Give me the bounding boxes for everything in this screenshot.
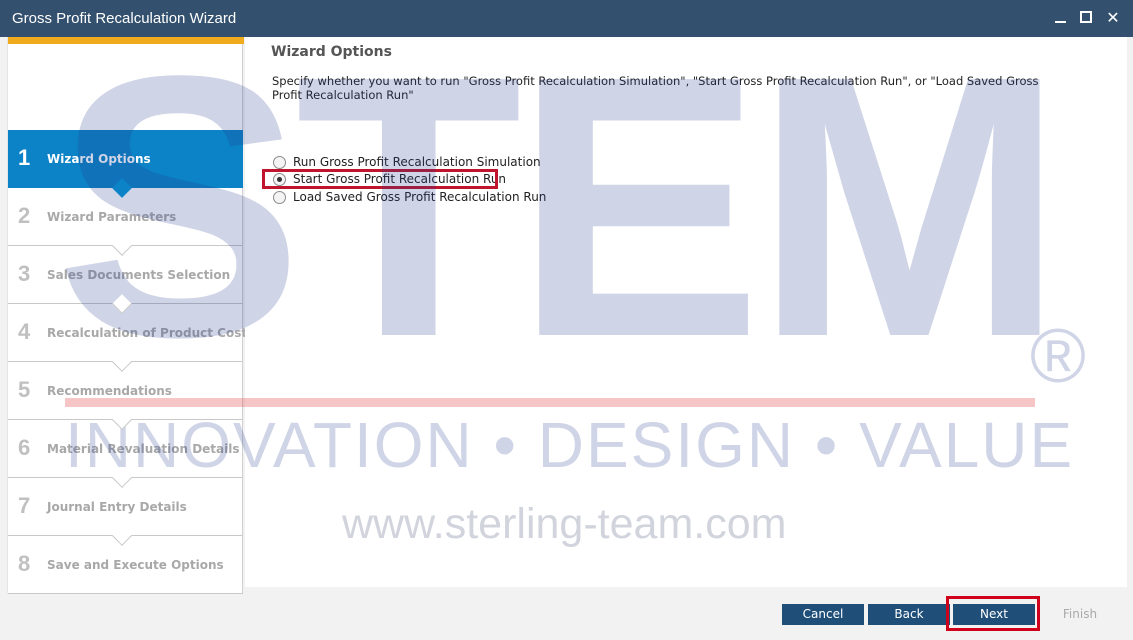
next-highlight-box [946, 596, 1040, 631]
option-label: Load Saved Gross Profit Recalculation Ru… [293, 190, 547, 204]
step-label: Recommendations [47, 384, 172, 398]
step-journal-entry-details[interactable]: 7 Journal Entry Details [8, 478, 243, 546]
radio-button[interactable] [273, 190, 286, 204]
back-button[interactable]: Back [868, 604, 950, 625]
step-save-and-execute-options[interactable]: 8 Save and Execute Options [8, 536, 243, 594]
wizard-content-panel: Wizard Options Specify whether you want … [245, 37, 1127, 587]
step-material-revaluation-details[interactable]: 6 Material Revaluation Details [8, 420, 243, 488]
option-label: Run Gross Profit Recalculation Simulatio… [293, 155, 541, 169]
step-number: 7 [18, 493, 31, 518]
step-label: Wizard Options [47, 152, 151, 166]
step-label: Journal Entry Details [47, 500, 187, 514]
step-wizard-options[interactable]: 1 Wizard Options [8, 130, 243, 198]
finish-button[interactable]: Finish [1039, 604, 1121, 625]
step-recommendations[interactable]: 5 Recommendations [8, 362, 243, 430]
step-label: Material Revaluation Details [47, 442, 240, 456]
title-bar: Gross Profit Recalculation Wizard ✕ [0, 0, 1133, 37]
cancel-button[interactable]: Cancel [782, 604, 864, 625]
step-label: Save and Execute Options [47, 558, 224, 572]
step-number: 1 [18, 145, 31, 170]
step-wizard-parameters[interactable]: 2 Wizard Parameters [8, 188, 243, 256]
step-number: 3 [18, 261, 31, 286]
accent-bar [8, 37, 244, 44]
step-number: 4 [18, 319, 31, 344]
wizard-steps-panel: 1 Wizard Options 2 Wizard Parameters 3 S… [7, 37, 247, 594]
option-load-saved-run[interactable]: Load Saved Gross Profit Recalculation Ru… [273, 189, 546, 205]
window-title: Gross Profit Recalculation Wizard [12, 10, 237, 27]
radio-button[interactable] [273, 155, 286, 169]
close-icon[interactable]: ✕ [1103, 7, 1123, 29]
maximize-icon[interactable] [1076, 7, 1096, 29]
minimize-icon[interactable] [1050, 7, 1070, 29]
selection-highlight-box [262, 169, 498, 189]
step-number: 6 [18, 435, 31, 460]
step-number: 2 [18, 203, 31, 228]
step-label: Wizard Parameters [47, 210, 177, 224]
option-run-simulation[interactable]: Run Gross Profit Recalculation Simulatio… [273, 154, 541, 170]
instructions-text: Specify whether you want to run "Gross P… [272, 74, 1039, 102]
step-label: Sales Documents Selection [47, 268, 231, 282]
page-title: Wizard Options [271, 44, 392, 60]
step-label: Recalculation of Product Cost [47, 326, 248, 340]
step-sales-documents-selection[interactable]: 3 Sales Documents Selection [8, 246, 243, 314]
step-number: 8 [18, 551, 31, 576]
step-recalculation-of-product-cost[interactable]: 4 Recalculation of Product Cost [8, 304, 247, 372]
step-number: 5 [18, 377, 31, 402]
